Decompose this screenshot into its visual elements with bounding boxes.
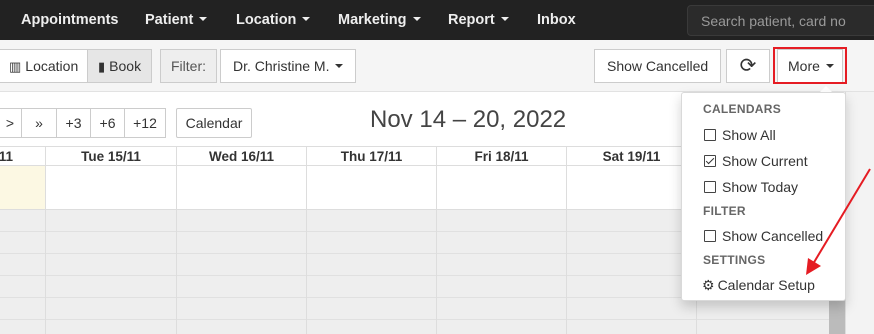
chevron-down-icon <box>412 17 421 22</box>
plus-12-button[interactable]: +12 <box>124 108 166 138</box>
day-header-wed: Wed 16/11 <box>176 147 306 167</box>
filter-label: Filter: <box>160 49 217 83</box>
more-button-highlight <box>773 47 847 84</box>
time-slots-column[interactable] <box>566 210 696 334</box>
chevron-down-icon <box>500 17 509 22</box>
menu-item-show-cancelled-label: Show Cancelled <box>722 228 824 244</box>
menu-item-show-all[interactable]: Show All <box>704 127 776 143</box>
menu-header-settings: SETTINGS <box>703 253 766 267</box>
menu-item-calendar-setup-label: Calendar Setup <box>717 277 815 293</box>
day-header-thu: Thu 17/11 <box>306 147 436 167</box>
allday-cell[interactable] <box>436 166 566 210</box>
plus-3-button[interactable]: +3 <box>56 108 91 138</box>
menu-item-show-current-label: Show Current <box>722 153 808 169</box>
menu-item-show-cancelled[interactable]: Show Cancelled <box>704 228 823 244</box>
more-dropdown-menu: CALENDARS Show All Show Current Show Tod… <box>681 92 846 301</box>
chevron-down-icon <box>302 17 311 22</box>
allday-cell[interactable] <box>45 166 176 210</box>
nav-appointments[interactable]: Appointments <box>21 0 118 40</box>
allday-cell[interactable] <box>306 166 436 210</box>
allday-cell[interactable] <box>176 166 306 210</box>
allday-cell[interactable] <box>566 166 696 210</box>
nav-inbox-label: Inbox <box>537 12 576 28</box>
nav-location-label: Location <box>236 12 297 28</box>
location-button-label: Location <box>25 58 79 74</box>
book-icon: ▮ <box>98 59 106 74</box>
day-header-sat: Sat 19/11 <box>566 147 696 167</box>
fast-forward-button[interactable]: » <box>21 108 57 138</box>
menu-header-calendars: CALENDARS <box>703 102 782 116</box>
chevron-down-icon <box>335 64 344 69</box>
nav-inbox[interactable]: Inbox <box>537 0 576 40</box>
nav-location[interactable]: Location <box>236 0 311 40</box>
day-header-tue: Tue 15/11 <box>45 147 176 167</box>
plus-6-button[interactable]: +6 <box>90 108 125 138</box>
refresh-icon: ⟳ <box>739 55 757 77</box>
menu-item-show-current[interactable]: Show Current <box>704 153 808 169</box>
show-cancelled-button[interactable]: Show Cancelled <box>594 49 722 83</box>
scrollbar-track[interactable] <box>845 92 874 334</box>
day-header-fri: Fri 18/11 <box>436 147 566 167</box>
search-input[interactable] <box>687 5 874 36</box>
menu-header-filter: FILTER <box>703 204 746 218</box>
checkbox-unchecked-icon <box>704 230 716 242</box>
show-cancelled-button-label: Show Cancelled <box>607 58 709 74</box>
top-navbar: Appointments Patient Location Marketing … <box>0 0 874 40</box>
menu-item-show-today-label: Show Today <box>722 179 799 195</box>
doctor-filter-label: Dr. Christine M. <box>233 58 330 74</box>
gear-icon: ⚙ <box>702 277 715 293</box>
nav-appointments-label: Appointments <box>21 12 119 28</box>
allday-cell-today[interactable] <box>0 166 45 210</box>
menu-item-show-all-label: Show All <box>722 127 776 143</box>
book-button[interactable]: ▮ Book <box>87 49 153 83</box>
chevron-down-icon <box>199 17 208 22</box>
calendar-toolbar: ▥ Location ▮ Book Filter: Dr. Christine M.… <box>0 40 874 92</box>
checkbox-unchecked-icon <box>704 129 716 141</box>
calendar-button[interactable]: Calendar <box>176 108 252 138</box>
time-slots-column[interactable] <box>306 210 436 334</box>
time-slots-column[interactable] <box>0 210 45 334</box>
time-slots-column[interactable] <box>45 210 176 334</box>
day-header-mon: 11 <box>0 149 13 164</box>
nav-report-label: Report <box>448 12 495 28</box>
date-range-title: Nov 14 – 20, 2022 <box>370 106 567 133</box>
menu-item-calendar-setup[interactable]: ⚙ Calendar Setup <box>702 277 815 294</box>
nav-patient-label: Patient <box>145 12 194 28</box>
book-button-label: Book <box>109 58 142 74</box>
time-slots-column[interactable] <box>176 210 306 334</box>
location-button[interactable]: ▥ Location <box>0 49 90 83</box>
nav-marketing-label: Marketing <box>338 12 407 28</box>
nav-patient[interactable]: Patient <box>145 0 208 40</box>
next-button[interactable]: > <box>0 108 22 138</box>
nav-report[interactable]: Report <box>448 0 509 40</box>
menu-item-show-today[interactable]: Show Today <box>704 179 798 195</box>
refresh-button[interactable]: ⟳ <box>726 49 770 83</box>
nav-marketing[interactable]: Marketing <box>338 0 421 40</box>
doctor-filter-dropdown[interactable]: Dr. Christine M. <box>220 49 357 83</box>
building-icon: ▥ <box>9 59 22 74</box>
time-slots-column[interactable] <box>436 210 566 334</box>
checkbox-unchecked-icon <box>704 181 716 193</box>
checkbox-checked-icon <box>704 155 716 167</box>
